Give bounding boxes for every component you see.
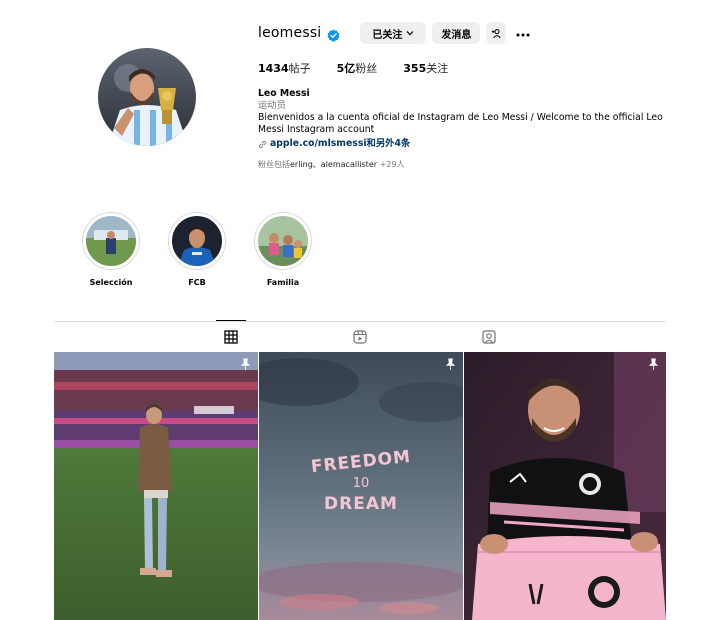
message-button-label: 发消息 xyxy=(441,29,472,41)
posts-count: 1434帖子 xyxy=(258,60,311,76)
post-text-dream: DREAM xyxy=(324,494,398,514)
profile-bio: Leo Messi 运动员 Bienvenidos a la cuenta of… xyxy=(258,88,678,171)
post-text-ten: 10 xyxy=(352,476,370,491)
post-image xyxy=(464,352,666,620)
tab-reels[interactable] xyxy=(353,329,369,345)
profile-stats: 1434帖子 5亿粉丝 355关注 xyxy=(258,60,474,76)
followed-by-suffix: +29人 xyxy=(377,160,405,169)
followers-count-label: 粉丝 xyxy=(355,62,378,75)
highlight-fcb[interactable]: FCB xyxy=(167,212,227,287)
followers-count-value: 5亿 xyxy=(336,62,356,75)
verified-badge-icon xyxy=(327,27,340,42)
post-image xyxy=(54,352,258,620)
highlight-seleccion[interactable]: Selección xyxy=(81,212,141,287)
tabs-divider xyxy=(54,321,666,322)
tab-tagged[interactable] xyxy=(482,329,498,345)
active-tab-indicator xyxy=(216,320,246,321)
tab-posts[interactable] xyxy=(224,329,240,345)
suggested-accounts-button[interactable] xyxy=(486,22,507,44)
highlight-ring xyxy=(168,212,226,270)
grid-icon xyxy=(224,330,238,344)
posts-count-value: 1434 xyxy=(258,62,289,75)
pin-icon xyxy=(445,358,456,371)
highlight-familia[interactable]: Familia xyxy=(253,212,313,287)
reels-icon xyxy=(353,330,367,344)
tagged-icon xyxy=(482,330,496,344)
highlight-ring xyxy=(82,212,140,270)
more-options-icon[interactable] xyxy=(516,25,530,41)
following-count[interactable]: 355关注 xyxy=(403,60,448,76)
username: leomessi xyxy=(258,25,322,41)
followed-by-prefix: 粉丝包括 xyxy=(258,160,290,169)
message-button[interactable]: 发消息 xyxy=(432,22,481,44)
post-item-2[interactable]: FREEDOM 10 DREAM xyxy=(259,352,463,620)
pin-icon xyxy=(648,358,659,371)
following-button[interactable]: 已关注 xyxy=(360,22,427,44)
highlight-label: FCB xyxy=(188,278,206,287)
link-icon xyxy=(258,140,267,148)
highlight-ring xyxy=(254,212,312,270)
highlight-cover xyxy=(172,216,222,266)
add-person-icon xyxy=(491,28,501,38)
followed-by[interactable]: 粉丝包括erling、alemacallister +29人 xyxy=(258,159,678,171)
followers-count[interactable]: 5亿粉丝 xyxy=(337,60,378,76)
followed-by-users: erling、alemacallister xyxy=(290,160,378,169)
bio-text: Bienvenidos a la cuenta oficial de Insta… xyxy=(258,112,663,135)
bio-link[interactable]: apple.co/mlsmessi和另外4条 xyxy=(258,138,678,150)
profile-avatar[interactable] xyxy=(98,48,196,146)
pin-icon xyxy=(240,358,251,371)
posts-count-label: 帖子 xyxy=(288,62,311,75)
following-count-value: 355 xyxy=(403,62,427,75)
highlight-cover xyxy=(86,216,136,266)
profile-top-row: leomessi 已关注 发消息 xyxy=(258,21,530,45)
highlight-label: Selección xyxy=(89,278,133,287)
post-item-3[interactable] xyxy=(464,352,666,620)
profile-name: Leo Messi xyxy=(258,88,310,99)
following-button-label: 已关注 xyxy=(372,29,403,41)
bio-link-text: apple.co/mlsmessi和另外4条 xyxy=(270,138,411,149)
highlight-cover xyxy=(258,216,308,266)
highlight-label: Familia xyxy=(266,278,300,287)
post-item-1[interactable] xyxy=(54,352,258,620)
profile-category: 运动员 xyxy=(258,100,286,111)
following-count-label: 关注 xyxy=(426,62,449,75)
chevron-down-icon xyxy=(406,29,414,38)
